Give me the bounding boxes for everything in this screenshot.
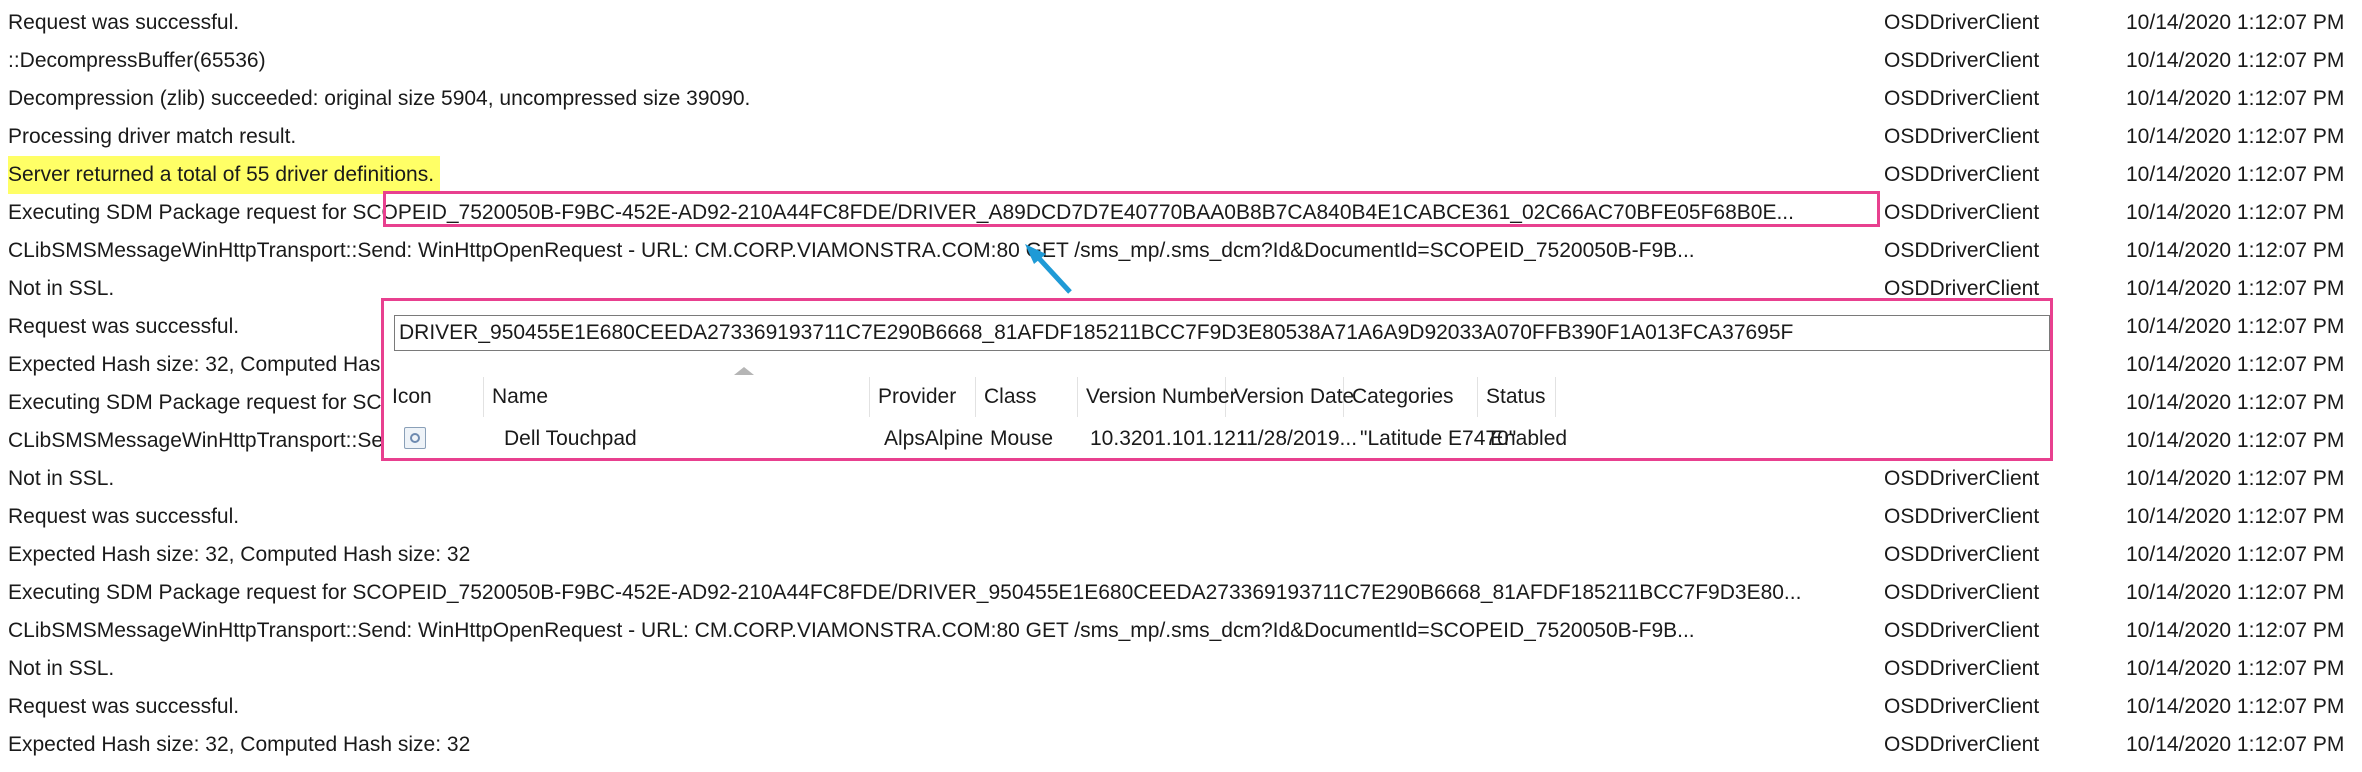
- log-row[interactable]: Request was successful. OSDDriverClient 10…: [0, 498, 2362, 536]
- log-time: 10/14/2020 1:12:07 PM: [2126, 49, 2345, 72]
- column-header-status[interactable]: Status: [1478, 377, 1556, 417]
- column-header-categories[interactable]: Categories: [1344, 377, 1478, 417]
- log-time: 10/14/2020 1:12:07 PM: [2126, 11, 2345, 34]
- driver-table-header: Icon Name Provider Class Version Number …: [384, 377, 2050, 417]
- log-time: 10/14/2020 1:12:07 PM: [2126, 315, 2345, 338]
- driver-table-row[interactable]: Dell Touchpad AlpsAlpine Mouse 10.3201.1…: [384, 419, 2050, 459]
- log-component: OSDDriverClient: [1884, 619, 2040, 642]
- log-component: OSDDriverClient: [1884, 467, 2040, 490]
- log-message: Executing SDM Package request for SCOPEI…: [8, 581, 1802, 604]
- log-time: 10/14/2020 1:12:07 PM: [2126, 581, 2345, 604]
- log-component: OSDDriverClient: [1884, 657, 2040, 680]
- log-time: 10/14/2020 1:12:07 PM: [2126, 277, 2345, 300]
- log-component: OSDDriverClient: [1884, 581, 2040, 604]
- log-message: Server returned a total of 55 driver def…: [8, 156, 441, 194]
- log-component: OSDDriverClient: [1884, 49, 2040, 72]
- sort-indicator-icon: [734, 367, 754, 375]
- log-row[interactable]: Not in SSL. OSDDriverClient 10/14/2020 1:1…: [0, 650, 2362, 688]
- callout-box-driver-id: [383, 191, 1880, 227]
- log-time: 10/14/2020 1:12:07 PM: [2126, 163, 2345, 186]
- log-component: OSDDriverClient: [1884, 505, 2040, 528]
- log-time: 10/14/2020 1:12:07 PM: [2126, 657, 2345, 680]
- log-time: 10/14/2020 1:12:07 PM: [2126, 467, 2345, 490]
- column-header-icon[interactable]: Icon: [384, 377, 484, 417]
- driver-details-popup: DRIVER_950455E1E680CEEDA273369193711C7E2…: [381, 298, 2053, 461]
- column-header-version-number[interactable]: Version Number: [1078, 377, 1237, 417]
- driver-name: Dell Touchpad: [504, 427, 637, 450]
- log-row[interactable]: Decompression (zlib) succeeded: original…: [0, 80, 2362, 118]
- log-message: ::DecompressBuffer(65536): [8, 49, 266, 72]
- driver-version-date: 11/28/2019...: [1236, 427, 1358, 450]
- log-message: Request was successful.: [8, 11, 240, 34]
- column-header-provider[interactable]: Provider: [870, 377, 976, 417]
- log-component: OSDDriverClient: [1884, 543, 2040, 566]
- log-message: Expected Hash size: 32, Computed Hash si…: [8, 733, 471, 756]
- log-row[interactable]: CLibSMSMessageWinHttpTransport::Send: Wi…: [0, 232, 2362, 270]
- log-component: OSDDriverClient: [1884, 163, 2040, 186]
- driver-search-input[interactable]: DRIVER_950455E1E680CEEDA273369193711C7E2…: [394, 315, 2050, 351]
- driver-search-value: DRIVER_950455E1E680CEEDA273369193711C7E2…: [399, 321, 1794, 344]
- log-row[interactable]: Server returned a total of 55 driver def…: [0, 156, 2362, 194]
- log-message: Expected Hash size: 32, Computed Hash si…: [8, 543, 471, 566]
- column-header-version-date[interactable]: Version Date: [1226, 377, 1354, 417]
- log-message: Decompression (zlib) succeeded: original…: [8, 87, 751, 110]
- log-message: CLibSMSMessageWinHttpTransport::Send: Wi…: [8, 239, 1695, 262]
- log-row[interactable]: Expected Hash size: 32, Computed Hash si…: [0, 536, 2362, 574]
- log-component: OSDDriverClient: [1884, 87, 2040, 110]
- log-row[interactable]: Executing SDM Package request for SCOPEI…: [0, 574, 2362, 612]
- driver-class: Mouse: [990, 427, 1054, 450]
- log-message: Not in SSL.: [8, 467, 115, 490]
- log-row[interactable]: CLibSMSMessageWinHttpTransport::Send: Wi…: [0, 612, 2362, 650]
- log-row[interactable]: Expected Hash size: 32, Computed Hash si…: [0, 726, 2362, 764]
- log-row[interactable]: Not in SSL. OSDDriverClient 10/14/2020 1:1…: [0, 460, 2362, 498]
- column-header-name[interactable]: Name: [484, 377, 870, 417]
- log-component: OSDDriverClient: [1884, 201, 2040, 224]
- log-time: 10/14/2020 1:12:07 PM: [2126, 505, 2345, 528]
- log-row[interactable]: ::DecompressBuffer(65536) OSDDriverClient…: [0, 42, 2362, 80]
- column-header-class[interactable]: Class: [976, 377, 1078, 417]
- log-time: 10/14/2020 1:12:07 PM: [2126, 543, 2345, 566]
- log-time: 10/14/2020 1:12:07 PM: [2126, 353, 2345, 376]
- log-component: OSDDriverClient: [1884, 733, 2040, 756]
- log-message: Not in SSL.: [8, 657, 115, 680]
- log-message: Request was successful.: [8, 505, 240, 528]
- log-time: 10/14/2020 1:12:07 PM: [2126, 391, 2345, 414]
- log-time: 10/14/2020 1:12:07 PM: [2126, 239, 2345, 262]
- log-time: 10/14/2020 1:12:07 PM: [2126, 429, 2345, 452]
- log-message: CLibSMSMessageWinHttpTransport::Send: Wi…: [8, 619, 1695, 642]
- log-row[interactable]: Request was successful. OSDDriverClient 10…: [0, 4, 2362, 42]
- log-row[interactable]: Processing driver match result. OSDDriver…: [0, 118, 2362, 156]
- log-component: OSDDriverClient: [1884, 11, 2040, 34]
- log-row[interactable]: Request was successful. OSDDriverClient 10…: [0, 688, 2362, 726]
- log-time: 10/14/2020 1:12:07 PM: [2126, 733, 2345, 756]
- driver-status: Enabled: [1490, 427, 1568, 450]
- log-time: 10/14/2020 1:12:07 PM: [2126, 87, 2345, 110]
- log-time: 10/14/2020 1:12:07 PM: [2126, 695, 2345, 718]
- log-time: 10/14/2020 1:12:07 PM: [2126, 201, 2345, 224]
- log-message: Processing driver match result.: [8, 125, 297, 148]
- log-message: Request was successful.: [8, 695, 240, 718]
- device-icon: [404, 427, 426, 449]
- log-time: 10/14/2020 1:12:07 PM: [2126, 619, 2345, 642]
- driver-provider: AlpsAlpine: [884, 427, 984, 450]
- driver-version-number: 10.3201.101.121: [1090, 427, 1248, 450]
- log-component: OSDDriverClient: [1884, 125, 2040, 148]
- log-time: 10/14/2020 1:12:07 PM: [2126, 125, 2345, 148]
- log-component: OSDDriverClient: [1884, 695, 2040, 718]
- log-component: OSDDriverClient: [1884, 239, 2040, 262]
